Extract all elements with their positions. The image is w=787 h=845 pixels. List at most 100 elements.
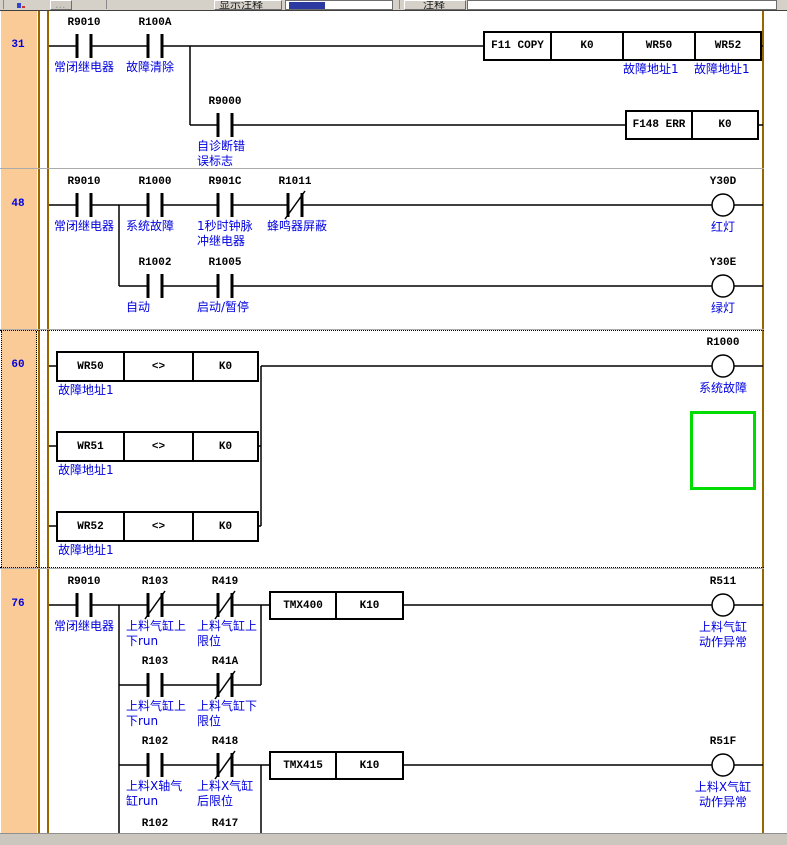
device-name: R102: [120, 736, 190, 750]
r60-coil-R1000[interactable]: [712, 355, 734, 377]
coil-label: 上料气缸 动作异常: [683, 620, 763, 650]
r76-coil-R511[interactable]: [712, 594, 734, 616]
r76-contact-R418-nc[interactable]: [215, 751, 235, 779]
r76-contact-R419-nc[interactable]: [215, 591, 235, 619]
r31-err-block[interactable]: F148 ERR K0: [625, 110, 759, 140]
block-cell: WR51: [58, 433, 123, 460]
contact-label: 启动/暂停: [197, 300, 249, 315]
contact-label: 常闭继电器: [54, 219, 114, 234]
device-name: R9010: [49, 176, 119, 190]
r48-coil-Y30D[interactable]: [712, 194, 734, 216]
device-name: R1000: [120, 176, 190, 190]
device-name: R417: [190, 818, 260, 832]
device-name: R41A: [190, 656, 260, 670]
operand-label: 故障地址1: [58, 463, 114, 478]
device-name: R9000: [190, 96, 260, 110]
r76-contact-R103-nc[interactable]: [145, 591, 165, 619]
device-name: R100A: [120, 17, 190, 31]
r48-contact-R1002[interactable]: [148, 274, 162, 298]
block-cell: K10: [335, 593, 402, 618]
contact-label: 上料气缸上 下run: [126, 699, 186, 729]
r31-contact-R9010[interactable]: [77, 34, 91, 58]
contact-label: 上料X轴气 缸run: [126, 779, 182, 809]
r48-contact-R1005[interactable]: [218, 274, 232, 298]
r48-contact-R1000[interactable]: [148, 193, 162, 217]
operand-label: 故障地址1: [58, 383, 114, 398]
block-cell: K0: [550, 33, 622, 59]
block-cell: WR52: [58, 513, 123, 540]
edit-cursor[interactable]: [690, 411, 756, 490]
coil-label: 上料X气缸 动作异常: [683, 780, 763, 810]
block-cell: <>: [123, 433, 192, 460]
device-name: R418: [190, 736, 260, 750]
plc-ladder-editor: ... 显示注释 注释 31 48 60 76: [0, 0, 787, 845]
r48-coil-Y30E[interactable]: [712, 275, 734, 297]
device-name: R102: [120, 818, 190, 832]
device-name: R1011: [260, 176, 330, 190]
r76-timer-block-1[interactable]: TMX400 K10: [269, 591, 404, 620]
device-name: Y30E: [688, 257, 758, 271]
contact-label: 上料气缸上 限位: [197, 619, 257, 649]
r76-contact-R9010[interactable]: [77, 593, 91, 617]
r60-compare-block-1[interactable]: WR50 <> K0: [56, 351, 259, 382]
device-name: R1005: [190, 257, 260, 271]
device-name: R51F: [688, 736, 758, 750]
coil-label: 绿灯: [683, 301, 763, 316]
r76-coil-R51F[interactable]: [712, 754, 734, 776]
device-name: R103: [120, 656, 190, 670]
r31-copy-block[interactable]: F11 COPY K0 WR50 WR52: [483, 31, 762, 61]
block-cell: K0: [691, 112, 757, 138]
contact-label: 系统故障: [126, 219, 174, 234]
contact-label: 自动: [126, 300, 150, 315]
operand-label: 故障地址1: [58, 543, 114, 558]
device-name: R419: [190, 576, 260, 590]
r48-contact-R1011-nc[interactable]: [285, 191, 305, 219]
r76-contact-R41A-nc[interactable]: [215, 671, 235, 699]
operand-label: 故障地址1: [623, 62, 679, 77]
block-cell: WR50: [58, 353, 123, 380]
bottom-scroll-strip[interactable]: [0, 833, 787, 845]
block-cell: <>: [123, 353, 192, 380]
block-cell: F11 COPY: [485, 33, 550, 59]
block-cell: K0: [192, 433, 257, 460]
device-name: R103: [120, 576, 190, 590]
contact-label: 上料气缸上 下run: [126, 619, 186, 649]
r60-compare-block-3[interactable]: WR52 <> K0: [56, 511, 259, 542]
contact-label: 上料气缸下 限位: [197, 699, 257, 729]
r60-compare-block-2[interactable]: WR51 <> K0: [56, 431, 259, 462]
block-cell: K10: [335, 753, 402, 778]
contact-label: 故障清除: [126, 60, 174, 75]
contact-label: 自诊断错 误标志: [197, 139, 245, 169]
r48-contact-R9010[interactable]: [77, 193, 91, 217]
coil-label: 红灯: [683, 220, 763, 235]
device-name: R511: [688, 576, 758, 590]
r76-timer-block-2[interactable]: TMX415 K10: [269, 751, 404, 780]
device-name: R9010: [49, 576, 119, 590]
device-name: R1000: [688, 337, 758, 351]
block-cell: WR52: [694, 33, 760, 59]
device-name: R1002: [120, 257, 190, 271]
r48-contact-R901C[interactable]: [218, 193, 232, 217]
block-cell: K0: [192, 513, 257, 540]
coil-label: 系统故障: [683, 381, 763, 396]
block-cell: K0: [192, 353, 257, 380]
contact-label: 常闭继电器: [54, 60, 114, 75]
device-name: R901C: [190, 176, 260, 190]
operand-label: 故障地址1: [694, 62, 750, 77]
r76-contact-R102[interactable]: [148, 753, 162, 777]
device-name: Y30D: [688, 176, 758, 190]
contact-label: 蜂鸣器屏蔽: [267, 219, 327, 234]
block-cell: WR50: [622, 33, 694, 59]
r31-contact-R100A[interactable]: [148, 34, 162, 58]
block-cell: TMX415: [271, 753, 335, 778]
contact-label: 常闭继电器: [54, 619, 114, 634]
block-cell: F148 ERR: [627, 112, 691, 138]
device-name: R9010: [49, 17, 119, 31]
block-cell: TMX400: [271, 593, 335, 618]
r48-wires: [49, 205, 763, 286]
block-cell: <>: [123, 513, 192, 540]
contact-label: 1秒时钟脉 冲继电器: [197, 219, 253, 249]
contact-label: 上料X气缸 后限位: [197, 779, 253, 809]
r76-contact-R103[interactable]: [148, 673, 162, 697]
r31-contact-R9000[interactable]: [218, 113, 232, 137]
